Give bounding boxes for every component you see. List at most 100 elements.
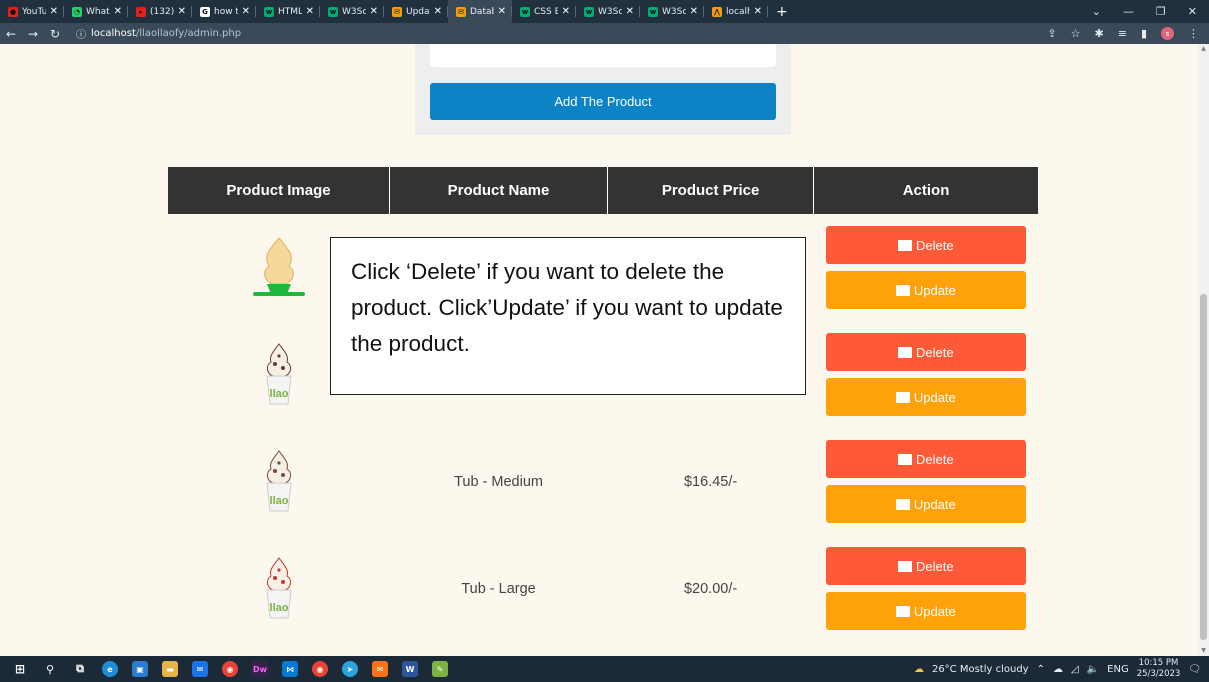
tab-close-icon[interactable]: ✕	[114, 6, 122, 17]
minimize-icon[interactable]: —	[1123, 5, 1134, 18]
tab-close-icon[interactable]: ✕	[434, 6, 442, 17]
vscode-icon[interactable]: ⋈	[282, 661, 298, 677]
tab-close-icon[interactable]: ✕	[178, 6, 186, 17]
site-info-icon[interactable]: ⓘ	[76, 26, 86, 41]
product-image: llao	[266, 449, 292, 511]
tab-close-icon[interactable]: ✕	[242, 6, 250, 17]
notification-icon[interactable]: 🗨	[1188, 664, 1201, 675]
update-label: Update	[913, 496, 956, 512]
dreamweaver-icon[interactable]: Dw	[252, 661, 268, 677]
tab-close-icon[interactable]: ✕	[498, 6, 506, 17]
header-product-price: Product Price	[607, 167, 814, 214]
product-input-field[interactable]	[430, 44, 776, 67]
network-icon[interactable]: ◿	[1071, 664, 1079, 675]
xampp-icon[interactable]: ✉	[372, 661, 388, 677]
address-bar: ← → ↻ ⓘ localhost/llaollaofy/admin.php ⇪…	[0, 23, 1209, 44]
store-icon[interactable]: ▣	[132, 661, 148, 677]
extensions-icon[interactable]: ✱	[1095, 27, 1104, 40]
update-button[interactable]: Update	[825, 271, 1026, 309]
back-icon[interactable]: ←	[0, 27, 22, 41]
tab-close-icon[interactable]: ✕	[562, 6, 570, 17]
update-button[interactable]: Update	[825, 378, 1026, 416]
url-path: /llaollaofy/admin.php	[135, 28, 242, 39]
browser-tab[interactable]: w HTML Vi ✕	[256, 0, 320, 23]
clock[interactable]: 10:15 PM 25/3/2023	[1137, 658, 1181, 680]
browser-tab[interactable]: ⋀ localhost ✕	[704, 0, 768, 23]
notepad-icon[interactable]: ✎	[432, 661, 448, 677]
delete-button[interactable]: Delete	[825, 547, 1026, 585]
edge-browser-icon[interactable]: e	[102, 661, 118, 677]
delete-label: Delete	[916, 237, 954, 253]
tab-favicon-icon: ⋀	[712, 6, 722, 17]
search-icon[interactable]: ⚲	[42, 661, 58, 677]
tab-favicon-icon: w	[648, 6, 658, 17]
bookmark-star-icon[interactable]: ☆	[1071, 27, 1081, 40]
tab-close-icon[interactable]: ✕	[754, 6, 762, 17]
tab-close-icon[interactable]: ✕	[626, 6, 634, 17]
chrome-active-icon[interactable]: ◉	[312, 661, 328, 677]
browser-tab[interactable]: ▸ (132) Ad ✕	[128, 0, 192, 23]
weather-icon[interactable]: ☁	[914, 664, 924, 675]
onedrive-icon[interactable]: ☁	[1053, 664, 1063, 675]
browser-tab[interactable]: Ghow to a ✕	[192, 0, 256, 23]
task-view-icon[interactable]: ⧉	[72, 661, 88, 677]
action-cell: Delete Update	[814, 428, 1038, 535]
product-image: llao	[266, 556, 292, 618]
url-field[interactable]: ⓘ localhost/llaollaofy/admin.php	[76, 26, 241, 41]
action-cell: Delete Update	[814, 321, 1038, 428]
svg-text:llao: llao	[269, 495, 288, 507]
delete-label: Delete	[916, 451, 954, 467]
browser-tab[interactable]: ● YouTube ✕	[0, 0, 64, 23]
close-window-icon[interactable]: ✕	[1188, 5, 1197, 18]
trash-icon	[898, 560, 913, 572]
page-scrollbar[interactable]: ▲ ▼	[1198, 44, 1209, 656]
tab-favicon-icon: G	[200, 6, 210, 17]
restore-icon[interactable]: ❐	[1156, 5, 1166, 18]
reload-icon[interactable]: ↻	[44, 27, 66, 41]
tab-search-icon[interactable]: ⌄	[1092, 5, 1101, 18]
browser-tab[interactable]: w W3Scho ✕	[640, 0, 704, 23]
windows-start-icon[interactable]: ⊞	[12, 661, 28, 677]
file-explorer-icon[interactable]: ▬	[162, 661, 178, 677]
volume-icon[interactable]: 🔈	[1087, 664, 1099, 675]
share-icon[interactable]: ⇪	[1047, 27, 1056, 40]
tab-favicon-icon: ●	[8, 6, 18, 17]
browser-tab[interactable]: w W3Scho ✕	[320, 0, 384, 23]
add-product-button[interactable]: Add The Product	[430, 83, 776, 120]
forward-icon[interactable]: →	[22, 27, 44, 41]
windows-taskbar: ⊞ ⚲ ⧉ e ▣ ▬ ✉ ◉ Dw ⋈ ◉ ➤ ✉ W ✎ ☁ 26°C Mo…	[0, 656, 1209, 682]
side-panel-icon[interactable]: ▮	[1141, 27, 1147, 40]
new-tab-button[interactable]: +	[768, 0, 796, 23]
scroll-thumb[interactable]	[1200, 294, 1207, 640]
delete-button[interactable]: Delete	[825, 333, 1026, 371]
language-indicator[interactable]: ENG	[1107, 664, 1129, 675]
telegram-icon[interactable]: ➤	[342, 661, 358, 677]
tab-close-icon[interactable]: ✕	[370, 6, 378, 17]
mail-icon[interactable]: ✉	[192, 661, 208, 677]
chrome-icon[interactable]: ◉	[222, 661, 238, 677]
update-button[interactable]: Update	[825, 485, 1026, 523]
url-host: localhost	[91, 28, 136, 39]
tab-close-icon[interactable]: ✕	[50, 6, 58, 17]
tray-chevron-icon[interactable]: ⌃	[1037, 664, 1045, 675]
menu-icon[interactable]: ⋮	[1188, 27, 1199, 40]
scroll-down-arrow-icon[interactable]: ▼	[1198, 646, 1209, 656]
tab-close-icon[interactable]: ✕	[306, 6, 314, 17]
word-icon[interactable]: W	[402, 661, 418, 677]
reading-list-icon[interactable]: ≡	[1118, 27, 1127, 40]
browser-tab[interactable]: w W3Scho ✕	[576, 0, 640, 23]
weather-text[interactable]: 26°C Mostly cloudy	[932, 664, 1029, 675]
clock-date: 25/3/2023	[1136, 669, 1181, 679]
browser-tab[interactable]: ✉ Update ✕	[384, 0, 448, 23]
product-name: Tub - Medium	[454, 473, 543, 490]
delete-button[interactable]: Delete	[825, 226, 1026, 264]
tab-close-icon[interactable]: ✕	[690, 6, 698, 17]
header-action: Action	[813, 167, 1038, 214]
profile-avatar[interactable]: s	[1161, 27, 1174, 40]
browser-tab[interactable]: w CSS Butt ✕	[512, 0, 576, 23]
browser-tab[interactable]: ✉ Databas ✕	[448, 0, 512, 23]
update-button[interactable]: Update	[825, 592, 1026, 630]
scroll-up-arrow-icon[interactable]: ▲	[1198, 44, 1209, 54]
browser-tab[interactable]: ◔ WhatsAp ✕	[64, 0, 128, 23]
delete-button[interactable]: Delete	[825, 440, 1026, 478]
